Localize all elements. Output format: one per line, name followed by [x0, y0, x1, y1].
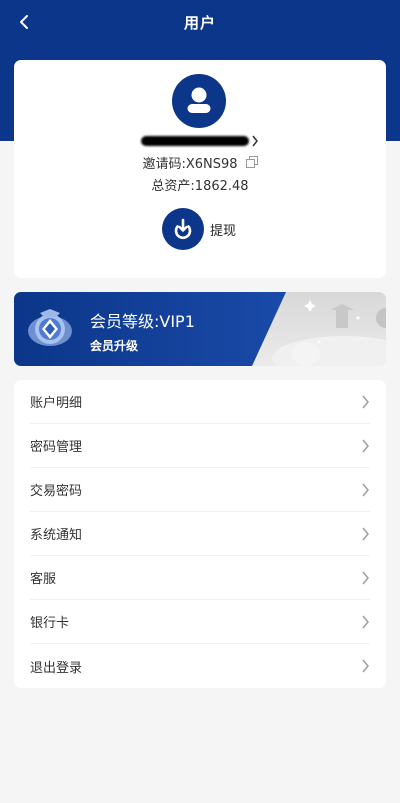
menu-card: 账户明细 密码管理 交易密码 系统通知 客服 银行卡 退出登录	[14, 380, 386, 688]
chevron-right-icon	[252, 135, 258, 147]
menu-item-trade-password[interactable]: 交易密码	[30, 468, 370, 512]
username-redacted	[141, 136, 249, 146]
chevron-right-icon	[361, 395, 370, 409]
avatar[interactable]	[172, 74, 226, 128]
menu-item-bank-card[interactable]: 银行卡	[30, 600, 370, 644]
vip-banner[interactable]: 会员等级:VIP1 会员升级	[14, 292, 386, 366]
top-bar: 用户	[0, 0, 400, 44]
withdraw-icon-container	[162, 208, 204, 250]
copy-icon	[245, 156, 258, 168]
menu-item-logout[interactable]: 退出登录	[30, 644, 370, 688]
invite-code-row: 邀请码:X6NS98	[14, 152, 386, 172]
chevron-right-icon	[361, 483, 370, 497]
withdraw-button[interactable]: 提现	[162, 208, 236, 250]
chevron-right-icon	[361, 439, 370, 453]
menu-item-label: 银行卡	[30, 616, 70, 631]
vip-text: 会员等级:VIP1 会员升级	[90, 308, 195, 354]
menu-item-customer-service[interactable]: 客服	[30, 556, 370, 600]
profile-card: 邀请码:X6NS98 总资产:1862.48 提现	[14, 60, 386, 278]
menu-item-account-details[interactable]: 账户明细	[30, 380, 370, 424]
menu-item-password-management[interactable]: 密码管理	[30, 424, 370, 468]
download-circle-icon	[174, 218, 192, 240]
withdraw-label: 提现	[210, 223, 237, 239]
total-assets: 总资产:1862.48	[151, 178, 249, 194]
menu-item-label: 退出登录	[30, 660, 83, 676]
menu-item-system-notice[interactable]: 系统通知	[30, 512, 370, 556]
menu-item-label: 交易密码	[30, 484, 83, 499]
menu-item-label: 系统通知	[30, 528, 83, 543]
chevron-right-icon	[361, 527, 370, 541]
page-title: 用户	[183, 13, 216, 32]
menu-item-label: 账户明细	[30, 396, 83, 411]
menu-item-label: 客服	[30, 572, 57, 587]
vip-upgrade-link[interactable]: 会员升级	[90, 337, 195, 354]
copy-button[interactable]	[245, 156, 258, 168]
chevron-left-icon	[20, 15, 28, 29]
username-arrow[interactable]	[251, 135, 259, 147]
back-button[interactable]	[12, 10, 36, 34]
chevron-right-icon	[361, 615, 370, 629]
chevron-right-icon	[361, 571, 370, 585]
username-row[interactable]	[14, 130, 386, 152]
vip-level: 会员等级:VIP1	[90, 312, 195, 331]
chevron-right-icon	[361, 659, 370, 673]
vip-badge-icon	[28, 309, 72, 346]
invite-code: 邀请码:X6NS98	[142, 156, 238, 172]
user-avatar-icon	[187, 87, 211, 113]
menu-item-label: 密码管理	[30, 440, 83, 455]
